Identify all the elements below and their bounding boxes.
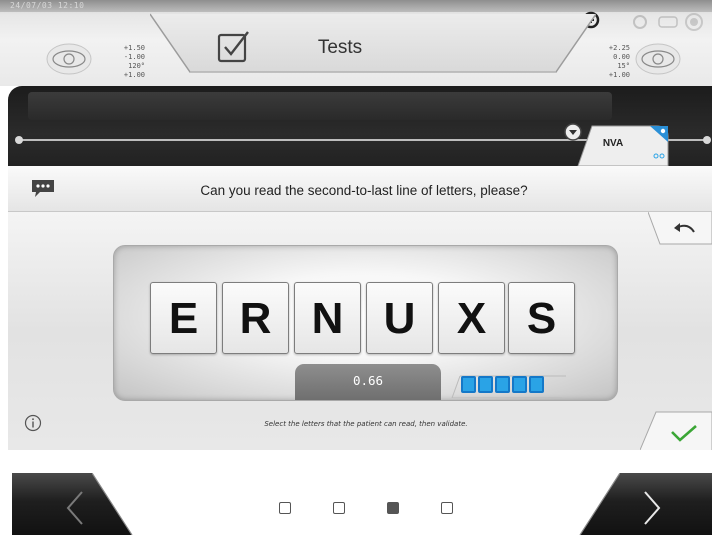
letter-cell[interactable]: U: [366, 282, 433, 354]
test-tab-label: NVA: [602, 138, 624, 149]
chevron-left-icon[interactable]: [60, 488, 90, 528]
top-date: 24/07/03 12:10: [10, 1, 85, 10]
right-axis: 15°: [617, 62, 630, 70]
question-text: Can you read the second-to-last line of …: [200, 183, 528, 198]
back-button[interactable]: [648, 212, 712, 248]
letter-cell[interactable]: E: [150, 282, 217, 354]
letter-cell[interactable]: R: [222, 282, 289, 354]
right-cylinder: 0.00: [613, 53, 630, 61]
chevron-right-icon[interactable]: [637, 488, 667, 528]
right-sphere: +2.25: [608, 44, 630, 52]
page-dot-active[interactable]: [387, 502, 399, 514]
page-title: Tests: [317, 37, 363, 58]
letter-cell[interactable]: X: [438, 282, 505, 354]
right-add: +1.00: [608, 71, 630, 79]
page-dot[interactable]: [333, 502, 345, 514]
test-selector-inner: [28, 92, 612, 120]
progress-box: [529, 376, 544, 393]
validate-button[interactable]: [640, 408, 712, 450]
info-icon[interactable]: [24, 414, 42, 432]
instruction-text: Select the letters that the patient can …: [264, 420, 468, 428]
progress-box: [461, 376, 476, 393]
letter-cell[interactable]: S: [508, 282, 575, 354]
slider-end-dot: [703, 136, 711, 144]
progress-box: [495, 376, 510, 393]
chat-icon: [32, 180, 54, 197]
letter-cell[interactable]: N: [294, 282, 361, 354]
target-icon: [564, 123, 582, 141]
right-eye-rx: +2.25 0.00 15° +1.00: [594, 44, 630, 80]
left-add: +1.00: [123, 71, 145, 79]
power-icon[interactable]: [633, 13, 703, 31]
left-sphere: +1.50: [123, 44, 145, 52]
left-eye-rx: +1.50 -1.00 120° +1.00: [100, 44, 145, 80]
acuity-value: 0.66: [295, 364, 441, 400]
progress-box: [512, 376, 527, 393]
left-cylinder: -1.00: [123, 53, 145, 61]
top-right-icons: [582, 11, 703, 31]
progress-box: [478, 376, 493, 393]
check-box-icon: [217, 31, 249, 63]
left-axis: 120°: [128, 62, 145, 70]
page-dot[interactable]: [441, 502, 453, 514]
left-eye-icon[interactable]: [45, 42, 93, 76]
page-dot[interactable]: [279, 502, 291, 514]
footer-center-tab: [92, 473, 620, 535]
slider-start-dot: [15, 136, 23, 144]
right-eye-icon[interactable]: [634, 42, 682, 76]
